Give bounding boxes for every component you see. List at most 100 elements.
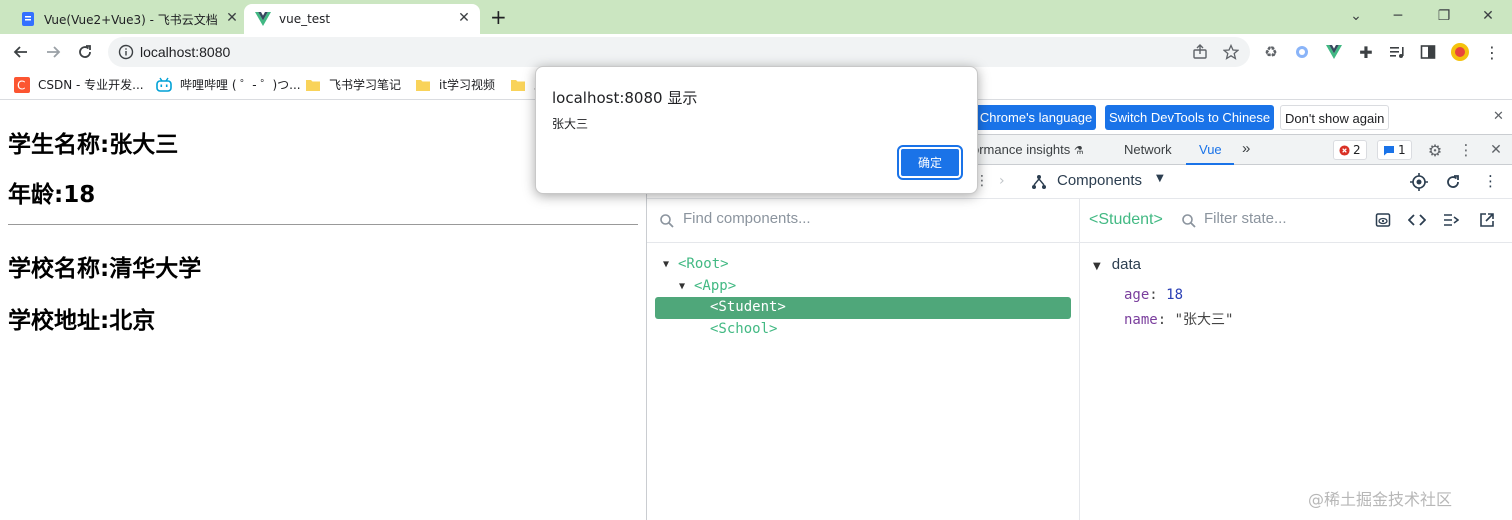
tab-network[interactable]: Network (1124, 142, 1172, 157)
state-section-header[interactable]: ▼ data (1093, 254, 1141, 273)
back-button[interactable] (10, 41, 32, 63)
match-language-button[interactable]: n Chrome's language (967, 105, 1097, 130)
tree-node-school[interactable]: <School> (710, 321, 777, 337)
find-components-row (647, 199, 1079, 243)
student-age-heading: 年龄:18 (8, 182, 96, 208)
tree-node-label: <Root> (678, 256, 729, 272)
school-name-heading: 学校名称:清华大学 (8, 256, 202, 282)
tree-node-student[interactable]: <Student> (710, 299, 786, 315)
recycle-extension-icon[interactable]: ♻ (1261, 42, 1281, 62)
eye-icon[interactable] (1375, 212, 1391, 228)
tab-title: vue_test (279, 12, 331, 26)
state-prop-age[interactable]: age: 18 (1124, 287, 1183, 303)
target-select-icon[interactable] (1410, 173, 1428, 191)
errors-count: 2 (1353, 143, 1361, 157)
ring-extension-icon[interactable] (1292, 42, 1312, 62)
flask-icon: ⚗ (1073, 145, 1084, 157)
close-window-icon[interactable]: ✕ (1478, 6, 1498, 26)
dont-show-again-button[interactable]: Don't show again (1280, 105, 1390, 130)
puzzle-icon[interactable]: ✚ (1356, 42, 1376, 62)
more-menu-icon[interactable]: ⋮ (1482, 42, 1502, 62)
switch-chinese-button[interactable]: Switch DevTools to Chinese (1105, 105, 1275, 130)
forward-button[interactable] (42, 41, 64, 63)
find-components-input[interactable] (683, 210, 1063, 227)
code-icon[interactable] (1408, 213, 1426, 227)
new-tab-button[interactable]: + (490, 7, 507, 27)
bookmark-label: it学习视频 (439, 78, 496, 92)
watermark: @稀土掘金技术社区 (1308, 490, 1453, 509)
open-in-editor-icon[interactable] (1479, 212, 1495, 228)
bookmark-label: 飞书学习笔记 (329, 78, 402, 92)
side-panel-icon[interactable] (1418, 42, 1438, 62)
svg-text:C: C (17, 78, 25, 92)
student-name-heading[interactable]: 学生名称:张大三 (8, 125, 178, 159)
more-tabs-icon[interactable]: » (1242, 140, 1250, 157)
settings-gear-icon[interactable]: ⚙ (1425, 140, 1445, 160)
bilibili-icon (156, 77, 172, 92)
console-icon[interactable] (1443, 213, 1459, 227)
devtools-menu-icon[interactable]: ⋮ (1456, 140, 1476, 160)
share-icon[interactable] (1192, 44, 1208, 60)
minimize-icon[interactable]: ─ (1388, 6, 1408, 26)
bookmark-bilibili[interactable]: 哔哩哔哩 ( ゜- ゜)つ... (156, 76, 301, 93)
state-header-row: <Student> (1080, 199, 1512, 243)
bookmark-label: 哔哩哔哩 ( ゜- ゜)つ... (180, 78, 301, 92)
component-tree-pane (647, 199, 1080, 520)
tab-performance-insights[interactable]: ormance insights ⚗ (972, 142, 1084, 157)
restore-icon[interactable]: ❐ (1434, 6, 1454, 26)
tree-node-app[interactable]: ▼ <App> (679, 278, 736, 294)
prop-value: "张大三" (1174, 312, 1234, 328)
filter-state-input[interactable] (1204, 210, 1354, 227)
school-address-heading: 学校地址:北京 (8, 308, 156, 334)
vue-devtools-extension-icon[interactable] (1324, 42, 1344, 62)
errors-badge[interactable]: 2 (1333, 140, 1367, 160)
profile-avatar[interactable] (1450, 42, 1470, 62)
folder-icon (416, 79, 430, 91)
bookmark-label: CSDN - 专业开发... (38, 78, 144, 92)
media-control-icon[interactable] (1387, 42, 1407, 62)
vue-logo-icon (255, 12, 271, 26)
component-tree-icon (1032, 175, 1046, 189)
message-icon (1384, 145, 1394, 155)
tab-vue-test[interactable]: vue_test ✕ (244, 4, 480, 34)
bookmark-star-icon[interactable] (1223, 44, 1239, 60)
search-icon (1182, 214, 1196, 228)
dialog-title: localhost:8080 显示 (552, 89, 698, 107)
url-text[interactable]: localhost:8080 (140, 44, 230, 60)
expand-arrow-icon[interactable]: ▼ (1093, 261, 1101, 272)
alert-dialog: localhost:8080 显示 张大三 确定 (535, 66, 978, 194)
component-state-pane: <Student> ▼ data age: 18 name: "张大三" (1080, 199, 1512, 520)
reload-icon (79, 45, 91, 58)
arrow-right-icon (47, 46, 61, 58)
bookmark-it-videos[interactable]: it学习视频 (415, 76, 495, 93)
chevron-right-icon: › (999, 173, 1005, 189)
refresh-icon[interactable] (1445, 174, 1461, 190)
tree-node-root[interactable]: ▼ <Root> (663, 256, 729, 272)
close-tab-icon[interactable]: ✕ (456, 10, 472, 26)
close-tab-icon[interactable]: ✕ (224, 10, 240, 26)
dialog-ok-button[interactable]: 确定 (897, 145, 963, 180)
arrow-left-icon (13, 46, 27, 58)
tab-vue[interactable]: Vue (1199, 142, 1222, 157)
expand-arrow-icon[interactable]: ▼ (679, 281, 685, 292)
messages-badge[interactable]: 1 (1377, 140, 1412, 160)
caret-down-icon[interactable]: ▼ (1156, 173, 1164, 184)
bookmark-feishu-notes[interactable]: 飞书学习笔记 (305, 76, 401, 93)
prop-key: age (1124, 287, 1150, 303)
tab-feishu-doc[interactable]: Vue(Vue2+Vue3) - 飞书云文档 ✕ (10, 4, 244, 34)
bookmark-csdn[interactable]: C CSDN - 专业开发... (14, 76, 144, 93)
chevron-down-icon[interactable]: ⌄ (1346, 6, 1366, 26)
dialog-message: 张大三 (552, 117, 589, 131)
reload-button[interactable] (74, 41, 96, 63)
close-devtools-icon[interactable]: ✕ (1486, 140, 1506, 160)
close-infobar-icon[interactable]: ✕ (1493, 109, 1504, 124)
info-icon[interactable] (118, 44, 134, 60)
folder-icon (511, 79, 525, 91)
expand-arrow-icon[interactable]: ▼ (663, 259, 669, 270)
address-bar[interactable]: localhost:8080 (108, 37, 1250, 67)
vue-more-icon[interactable]: ⋮ (1483, 172, 1498, 190)
search-icon (660, 214, 674, 228)
state-prop-name[interactable]: name: "张大三" (1124, 309, 1233, 329)
browser-toolbar: localhost:8080 ♻ ✚ ⋮ (0, 34, 1512, 70)
view-selector[interactable]: Components (1057, 172, 1142, 189)
